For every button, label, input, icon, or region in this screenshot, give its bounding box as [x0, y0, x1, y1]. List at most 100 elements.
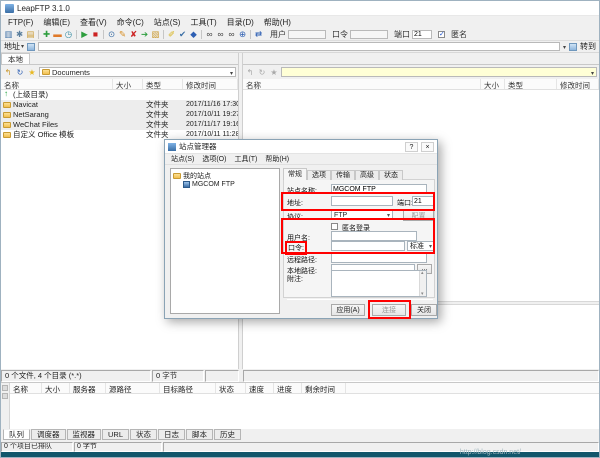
tab-local[interactable]: 本地 — [1, 53, 30, 64]
column-header[interactable]: 类型 — [143, 79, 183, 89]
delete-icon[interactable]: ✘ — [128, 29, 139, 40]
view-icon[interactable]: ⊙ — [106, 29, 117, 40]
tree-item-my-sites[interactable]: 我的站点 — [173, 171, 277, 180]
configure-button[interactable]: 配置 — [403, 210, 434, 221]
scrollbar[interactable] — [419, 271, 426, 296]
port-input[interactable] — [412, 30, 432, 39]
dialog-tab[interactable]: 高级 — [355, 170, 379, 180]
queue-tab[interactable]: 脚本 — [186, 429, 213, 440]
chevron-down-icon[interactable] — [230, 68, 233, 77]
menu-item[interactable]: 站点(S) — [149, 17, 186, 28]
queue-strip-button[interactable] — [2, 385, 8, 391]
edit-icon[interactable]: ✎ — [117, 29, 128, 40]
site-name-input[interactable] — [331, 184, 427, 194]
file-row[interactable]: WeChat Files文件夹2017/11/17 19:16 — [1, 120, 238, 130]
add-site-icon[interactable]: ✚ — [41, 29, 52, 40]
start-queue-icon[interactable]: ▶ — [79, 29, 90, 40]
go-icon[interactable] — [569, 43, 577, 51]
column-header[interactable]: 类型 — [505, 79, 557, 89]
transfer-mode-icon[interactable]: ⇄ — [253, 29, 264, 40]
column-header[interactable]: 名称 — [1, 79, 113, 89]
remote-path-combo[interactable] — [281, 67, 597, 77]
dialog-menu-item[interactable]: 选项(O) — [198, 154, 230, 164]
address-label[interactable]: 地址 — [4, 41, 24, 52]
dialog-menu-item[interactable]: 帮助(H) — [261, 154, 293, 164]
username-input[interactable] — [331, 231, 417, 241]
column-header[interactable]: 名称 — [243, 79, 481, 89]
column-header[interactable]: 状态 — [216, 383, 246, 393]
dialog-tab[interactable]: 状态 — [379, 170, 403, 180]
queue-tab[interactable]: 状态 — [130, 429, 157, 440]
file-row[interactable]: (上级目录) — [1, 90, 238, 100]
new-folder-icon[interactable]: ▧ — [150, 29, 161, 40]
port-input[interactable] — [412, 196, 434, 206]
menu-item[interactable]: 帮助(H) — [259, 17, 296, 28]
refresh-icon[interactable]: ↻ — [15, 68, 25, 77]
column-header[interactable]: 修改时间 — [557, 79, 599, 89]
tree-item-site[interactable]: MGCOM FTP — [173, 180, 277, 189]
local-path-combo[interactable]: Documents — [39, 67, 236, 77]
file-row[interactable]: Navicat文件夹2017/11/16 17:30 — [1, 100, 238, 110]
options-icon[interactable]: ✱ — [14, 29, 25, 40]
go-button[interactable]: 转到 — [580, 41, 596, 52]
goto-icon[interactable]: ➔ — [139, 29, 150, 40]
menu-item[interactable]: FTP(F) — [3, 18, 38, 27]
anonymous-checkbox[interactable] — [331, 223, 338, 230]
find-file-icon[interactable]: ∞ — [204, 29, 215, 40]
close-button[interactable]: 关闭 — [411, 304, 437, 316]
connect-icon[interactable]: ▥ — [3, 29, 14, 40]
column-header[interactable]: 大小 — [481, 79, 505, 89]
dialog-title-bar[interactable]: 站点管理器 ? × — [165, 140, 437, 154]
password-input[interactable] — [350, 30, 388, 39]
user-input[interactable] — [288, 30, 326, 39]
dialog-tab[interactable]: 选项 — [307, 170, 331, 180]
menu-item[interactable]: 查看(V) — [75, 17, 112, 28]
column-header[interactable]: 大小 — [113, 79, 143, 89]
dialog-close-button[interactable]: × — [421, 142, 434, 152]
column-header[interactable]: 名称 — [10, 383, 42, 393]
address-input[interactable] — [38, 42, 560, 51]
column-header[interactable]: 服务器 — [70, 383, 106, 393]
password-type-select[interactable]: 标准 — [407, 241, 435, 251]
chevron-down-icon[interactable] — [591, 68, 594, 77]
menu-item[interactable]: 编辑(E) — [38, 17, 75, 28]
queue-tab[interactable]: 历史 — [214, 429, 241, 440]
find-site-icon[interactable]: ∞ — [215, 29, 226, 40]
queue-tab[interactable]: 监视器 — [67, 429, 102, 440]
file-row[interactable]: NetSarang文件夹2017/10/11 19:27 — [1, 110, 238, 120]
column-header[interactable]: 剩余时间 — [302, 383, 346, 393]
apply-button[interactable]: 应用(A) — [331, 304, 365, 316]
column-header[interactable]: 速度 — [246, 383, 274, 393]
dialog-help-button[interactable]: ? — [405, 142, 418, 152]
open-folder-icon[interactable]: ▤ — [25, 29, 36, 40]
remove-site-icon[interactable]: ▬ — [52, 29, 63, 40]
queue-tab[interactable]: 队列 — [3, 429, 30, 440]
anonymous-checkbox[interactable] — [438, 31, 445, 38]
address-dropdown-icon[interactable] — [563, 42, 566, 51]
connect-button[interactable]: 连接 — [372, 304, 406, 316]
queue-tab[interactable]: 日志 — [158, 429, 185, 440]
column-header[interactable]: 修改时间 — [183, 79, 238, 89]
column-header[interactable]: 大小 — [42, 383, 70, 393]
notes-textarea[interactable] — [331, 270, 427, 297]
dialog-menu-item[interactable]: 工具(T) — [230, 154, 261, 164]
parent-folder-icon[interactable]: ↰ — [245, 68, 255, 77]
column-header[interactable]: 源路径 — [106, 383, 160, 393]
remote-path-input[interactable] — [331, 253, 427, 263]
queue-tab[interactable]: 调度器 — [31, 429, 66, 440]
password-input[interactable] — [331, 241, 405, 251]
dialog-tab[interactable]: 常规 — [283, 168, 307, 180]
select-icon[interactable]: ✔ — [177, 29, 188, 40]
find-server-icon[interactable]: ∞ — [226, 29, 237, 40]
protocol-select[interactable]: FTP — [331, 210, 393, 220]
dialog-menu-item[interactable]: 站点(S) — [167, 154, 198, 164]
favorites-icon[interactable]: ★ — [269, 68, 279, 77]
queue-strip-button[interactable] — [2, 393, 8, 399]
dialog-tab[interactable]: 传输 — [331, 170, 355, 180]
script-icon[interactable]: ✐ — [166, 29, 177, 40]
queue-tab[interactable]: URL — [102, 429, 129, 440]
menu-item[interactable]: 工具(T) — [185, 17, 221, 28]
column-header[interactable]: 进度 — [274, 383, 302, 393]
menu-item[interactable]: 目录(D) — [222, 17, 259, 28]
menu-item[interactable]: 命令(C) — [112, 17, 149, 28]
